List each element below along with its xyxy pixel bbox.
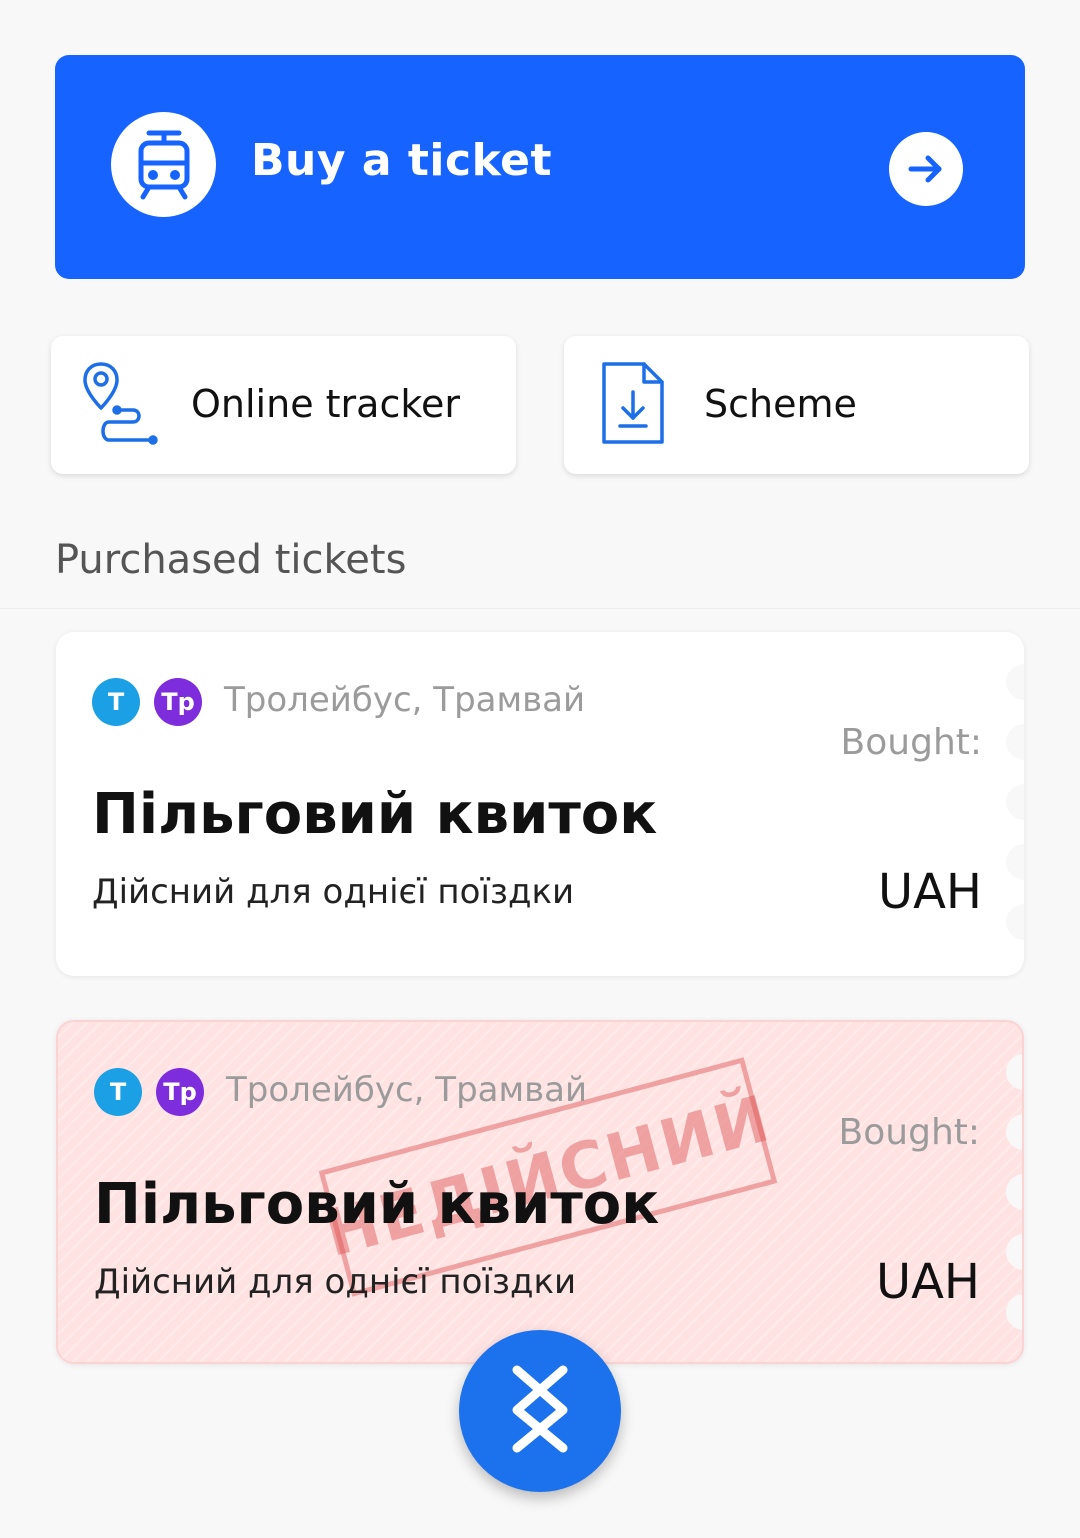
ticket-notch — [1006, 784, 1024, 820]
transport-types: Тролейбус, Трамвай — [226, 1070, 588, 1110]
ticket-title: Пільговий квиток — [92, 782, 658, 847]
ticket-notch — [1006, 1294, 1022, 1330]
online-tracker-button[interactable]: Online tracker — [51, 336, 516, 474]
buy-ticket-card[interactable]: Buy a ticket — [55, 55, 1025, 279]
section-title: Purchased tickets — [55, 537, 407, 583]
scheme-button[interactable]: Scheme — [564, 336, 1029, 474]
ticket-notch — [1006, 1114, 1022, 1150]
ticket-card[interactable]: Т Тр Тролейбус, Трамвай Bought: Пільгови… — [56, 632, 1024, 976]
tram-badge: Тр — [156, 1068, 204, 1116]
scheme-label: Scheme — [704, 382, 857, 426]
tram-icon — [111, 112, 216, 217]
route-map-pin-icon — [81, 360, 163, 454]
ticket-card-invalid[interactable]: НЕДІЙСНИЙ Т Тр Тролейбус, Трамвай Bought… — [56, 1020, 1024, 1364]
ticket-currency: UAH — [875, 1254, 980, 1310]
ticket-notch — [1006, 844, 1024, 880]
tram-badge: Тр — [154, 678, 202, 726]
ticket-notch — [1006, 724, 1024, 760]
ticket-description: Дійсний для однієї поїздки — [92, 872, 575, 912]
bought-label: Bought: — [840, 722, 982, 763]
bought-label: Bought: — [838, 1112, 980, 1153]
ticket-notch — [1006, 1054, 1022, 1090]
online-tracker-label: Online tracker — [191, 382, 461, 426]
ticket-title: Пільговий квиток — [94, 1172, 660, 1237]
document-download-icon — [600, 360, 666, 450]
buy-ticket-label: Buy a ticket — [251, 135, 553, 186]
fab-button[interactable] — [459, 1330, 621, 1492]
ticket-currency: UAH — [877, 864, 982, 920]
ticket-notch — [1006, 664, 1024, 700]
ticket-notch — [1006, 1174, 1022, 1210]
transfer-logo-icon — [505, 1364, 575, 1458]
ticket-description: Дійсний для однієї поїздки — [94, 1262, 577, 1302]
ticket-notch — [1006, 1234, 1022, 1270]
arrow-right-icon[interactable] — [889, 132, 963, 206]
transport-types: Тролейбус, Трамвай — [224, 680, 586, 720]
section-divider — [0, 608, 1080, 609]
trolleybus-badge: Т — [94, 1068, 142, 1116]
trolleybus-badge: Т — [92, 678, 140, 726]
ticket-notch — [1006, 904, 1024, 940]
